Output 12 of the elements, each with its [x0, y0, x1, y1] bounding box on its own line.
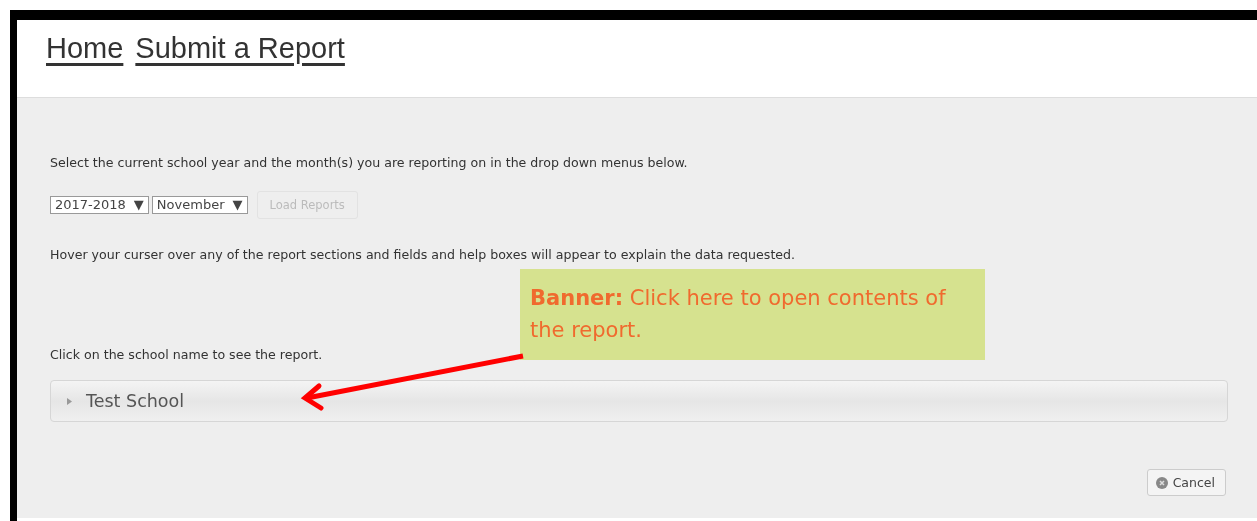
help-text: Hover your curser over any of the report sections and fields and help boxes will appear to explain the data requested.: [50, 247, 797, 262]
breadcrumb-link[interactable]: Submit a Report: [135, 32, 345, 65]
close-icon: [1155, 476, 1168, 489]
instruction-text: Select the current school year and the month(s) you are reporting on in the drop down menus below.: [50, 154, 689, 170]
help-text: Click on the school name to see the report.: [50, 347, 324, 362]
expand-icon: [67, 397, 72, 405]
month-select[interactable]: November ▼: [151, 196, 248, 214]
school-accordion[interactable]: Test School: [50, 380, 1228, 422]
cancel-button[interactable]: Cancel: [1146, 469, 1226, 496]
breadcrumb-link[interactable]: Home: [46, 32, 124, 65]
annotation-callout: Banner: Click here to open contents of the report.: [520, 269, 985, 360]
year-select[interactable]: 2017-2018 ▼: [50, 196, 149, 214]
